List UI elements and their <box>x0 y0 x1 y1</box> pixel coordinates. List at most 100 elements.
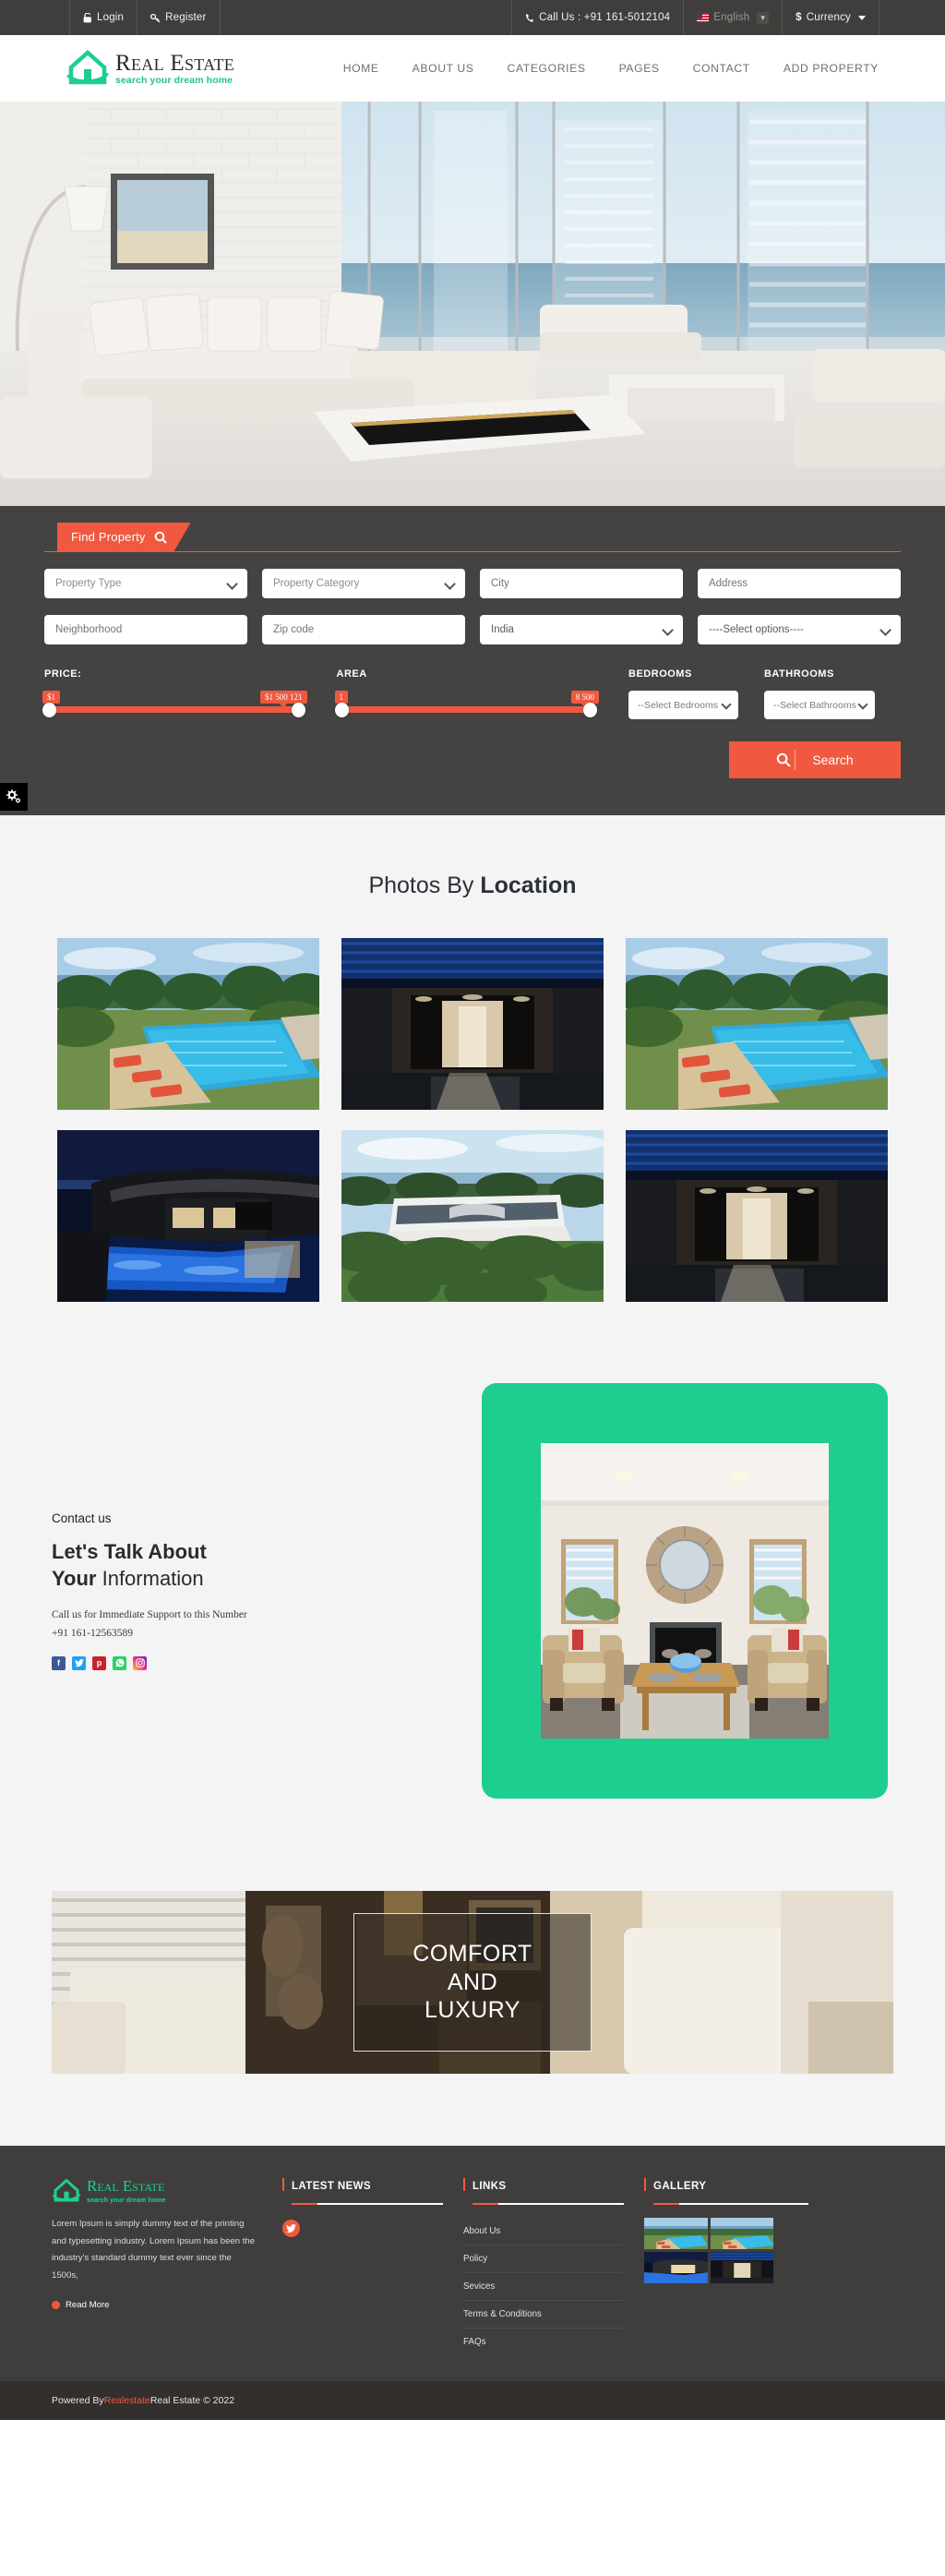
price-slider-track <box>44 706 304 713</box>
language-selector[interactable]: English ▾ <box>683 0 784 35</box>
property-category-select[interactable]: Property Category <box>262 569 465 598</box>
area-slider-max-handle[interactable] <box>583 703 598 717</box>
find-property-tabbar: Find Property <box>44 523 901 552</box>
banner-line-1: COMFORT <box>413 1941 532 1968</box>
property-type-select[interactable]: Property Type <box>44 569 247 598</box>
country-value: India <box>491 624 514 635</box>
villa-pool-daylight-image <box>710 2218 773 2249</box>
bedrooms-select[interactable]: --Select Bedrooms <box>628 691 738 719</box>
photo-hillside-house-night[interactable] <box>57 1130 319 1302</box>
bathrooms-label: BATHROOMS <box>763 668 834 680</box>
photo-villa-pool-daylight-2[interactable] <box>626 938 888 1110</box>
options-select[interactable]: ----Select options---- <box>698 615 901 644</box>
zip-code-input[interactable] <box>262 615 465 644</box>
bedrooms-value: --Select Bedrooms <box>638 699 718 711</box>
gallery-thumb-modern-entrance[interactable] <box>710 2252 773 2283</box>
photo-modern-entrance-night-2[interactable] <box>626 1130 888 1302</box>
pinterest-icon[interactable]: p <box>92 1655 106 1670</box>
gallery-thumb-hillside-night[interactable] <box>644 2252 708 2283</box>
call-us-item[interactable]: Call Us : +91 161-5012104 <box>511 0 685 35</box>
white-modern-villa-image <box>341 1130 604 1302</box>
footer-link-about-us[interactable]: About Us <box>463 2218 624 2245</box>
contact-heading: Let's Talk About Your Information <box>52 1538 425 1592</box>
top-utility-bar: Login Register Call Us : +91 161-5012104… <box>0 0 945 35</box>
neighborhood-input[interactable] <box>44 615 247 644</box>
bullet-icon <box>52 2300 60 2309</box>
modern-entrance-night-image <box>341 938 604 1110</box>
gallery-thumb-villa-pool-1[interactable] <box>644 2218 708 2249</box>
price-slider-min-handle[interactable] <box>42 703 56 717</box>
bedrooms-label: BEDROOMS <box>628 668 692 680</box>
search-button-label: Search <box>812 752 854 767</box>
gear-icon <box>6 789 20 803</box>
footer-link-terms[interactable]: Terms & Conditions <box>463 2301 624 2329</box>
address-input[interactable] <box>698 569 901 598</box>
twitter-feed-icon[interactable] <box>282 2220 300 2237</box>
currency-symbol: $ <box>795 12 802 23</box>
facebook-icon[interactable]: f <box>52 1655 66 1670</box>
footer-link-faqs[interactable]: FAQs <box>463 2329 624 2355</box>
footer-link-services[interactable]: Sevices <box>463 2273 624 2301</box>
nav-item-pages[interactable]: PAGES <box>619 62 660 75</box>
nav-item-add-property[interactable]: ADD PROPERTY <box>784 62 879 75</box>
photo-modern-entrance-night[interactable] <box>341 938 604 1110</box>
area-slider[interactable]: 1 8 500 <box>334 691 600 718</box>
login-button[interactable]: Login <box>69 0 138 35</box>
area-label: AREA <box>336 668 367 680</box>
house-logo-icon <box>52 2178 81 2201</box>
footer-logo[interactable]: Real Estate search your dream home <box>52 2177 258 2204</box>
flag-icon <box>697 13 710 22</box>
modern-entrance-night-image <box>626 1130 888 1302</box>
nav-item-about-us[interactable]: ABOUT US <box>413 62 474 75</box>
bathrooms-select[interactable]: --Select Bathrooms <box>763 691 875 719</box>
footer-gallery-column: GALLERY <box>644 2177 829 2355</box>
hillside-house-night-image <box>644 2252 708 2283</box>
area-range-group: AREA 1 8 500 <box>334 668 600 718</box>
photos-section-title: Photos By Location <box>0 873 945 899</box>
photos-by-location-section: Photos By Location <box>0 815 945 1383</box>
currency-selector[interactable]: $ Currency <box>782 0 879 35</box>
footer-logo-title: Real Estate <box>87 2177 165 2195</box>
find-property-tab[interactable]: Find Property <box>57 523 191 551</box>
contact-text-block: Contact us Let's Talk About Your Informa… <box>0 1511 425 1670</box>
latest-news-heading-wrap: LATEST NEWS <box>282 2177 443 2197</box>
footer-link-policy[interactable]: Policy <box>463 2245 624 2273</box>
search-icon <box>777 752 792 767</box>
read-more-label: Read More <box>66 2299 110 2310</box>
site-logo[interactable]: Real Estate search your dream home <box>66 49 234 88</box>
city-input[interactable] <box>480 569 683 598</box>
banner-line-3: LUXURY <box>425 1997 520 2024</box>
currency-label: Currency <box>806 12 851 23</box>
key-icon <box>150 13 161 22</box>
hero-banner <box>0 102 945 506</box>
twitter-icon[interactable] <box>72 1655 86 1670</box>
find-property-label: Find Property <box>71 530 146 544</box>
villa-pool-daylight-image <box>626 938 888 1110</box>
photo-villa-pool-daylight[interactable] <box>57 938 319 1110</box>
price-range-group: PRICE: $1 $1 500 121 <box>42 668 307 718</box>
gallery-thumb-villa-pool-2[interactable] <box>710 2218 773 2249</box>
contact-note: Call us for Immediate Support to this Nu… <box>52 1607 425 1643</box>
gallery-rule <box>653 2203 808 2205</box>
price-slider[interactable]: $1 $1 500 121 <box>42 691 307 718</box>
footer-about-text: Lorem Ipsum is simply dummy text of the … <box>52 2219 256 2281</box>
nav-item-home[interactable]: HOME <box>343 62 379 75</box>
nav-item-contact[interactable]: CONTACT <box>693 62 750 75</box>
register-button[interactable]: Register <box>137 0 221 35</box>
price-label: PRICE: <box>44 668 82 680</box>
bathrooms-group: BATHROOMS --Select Bathrooms <box>763 668 875 719</box>
accessibility-settings-button[interactable] <box>0 783 28 811</box>
photo-white-modern-villa[interactable] <box>341 1130 604 1302</box>
price-slider-max-handle[interactable] <box>291 703 305 717</box>
search-button[interactable]: Search <box>729 741 901 778</box>
bedrooms-group: BEDROOMS --Select Bedrooms <box>628 668 738 719</box>
country-select[interactable]: India <box>480 615 683 644</box>
copyright-prefix: Powered By <box>52 2395 104 2406</box>
nav-item-categories[interactable]: CATEGORIES <box>508 62 586 75</box>
area-slider-min-handle[interactable] <box>334 703 349 717</box>
gallery-heading-wrap: GALLERY <box>644 2177 808 2197</box>
instagram-icon[interactable] <box>133 1655 147 1670</box>
read-more-link[interactable]: Read More <box>52 2300 258 2310</box>
search-button-row: Search <box>44 741 901 778</box>
whatsapp-icon[interactable] <box>113 1655 126 1670</box>
